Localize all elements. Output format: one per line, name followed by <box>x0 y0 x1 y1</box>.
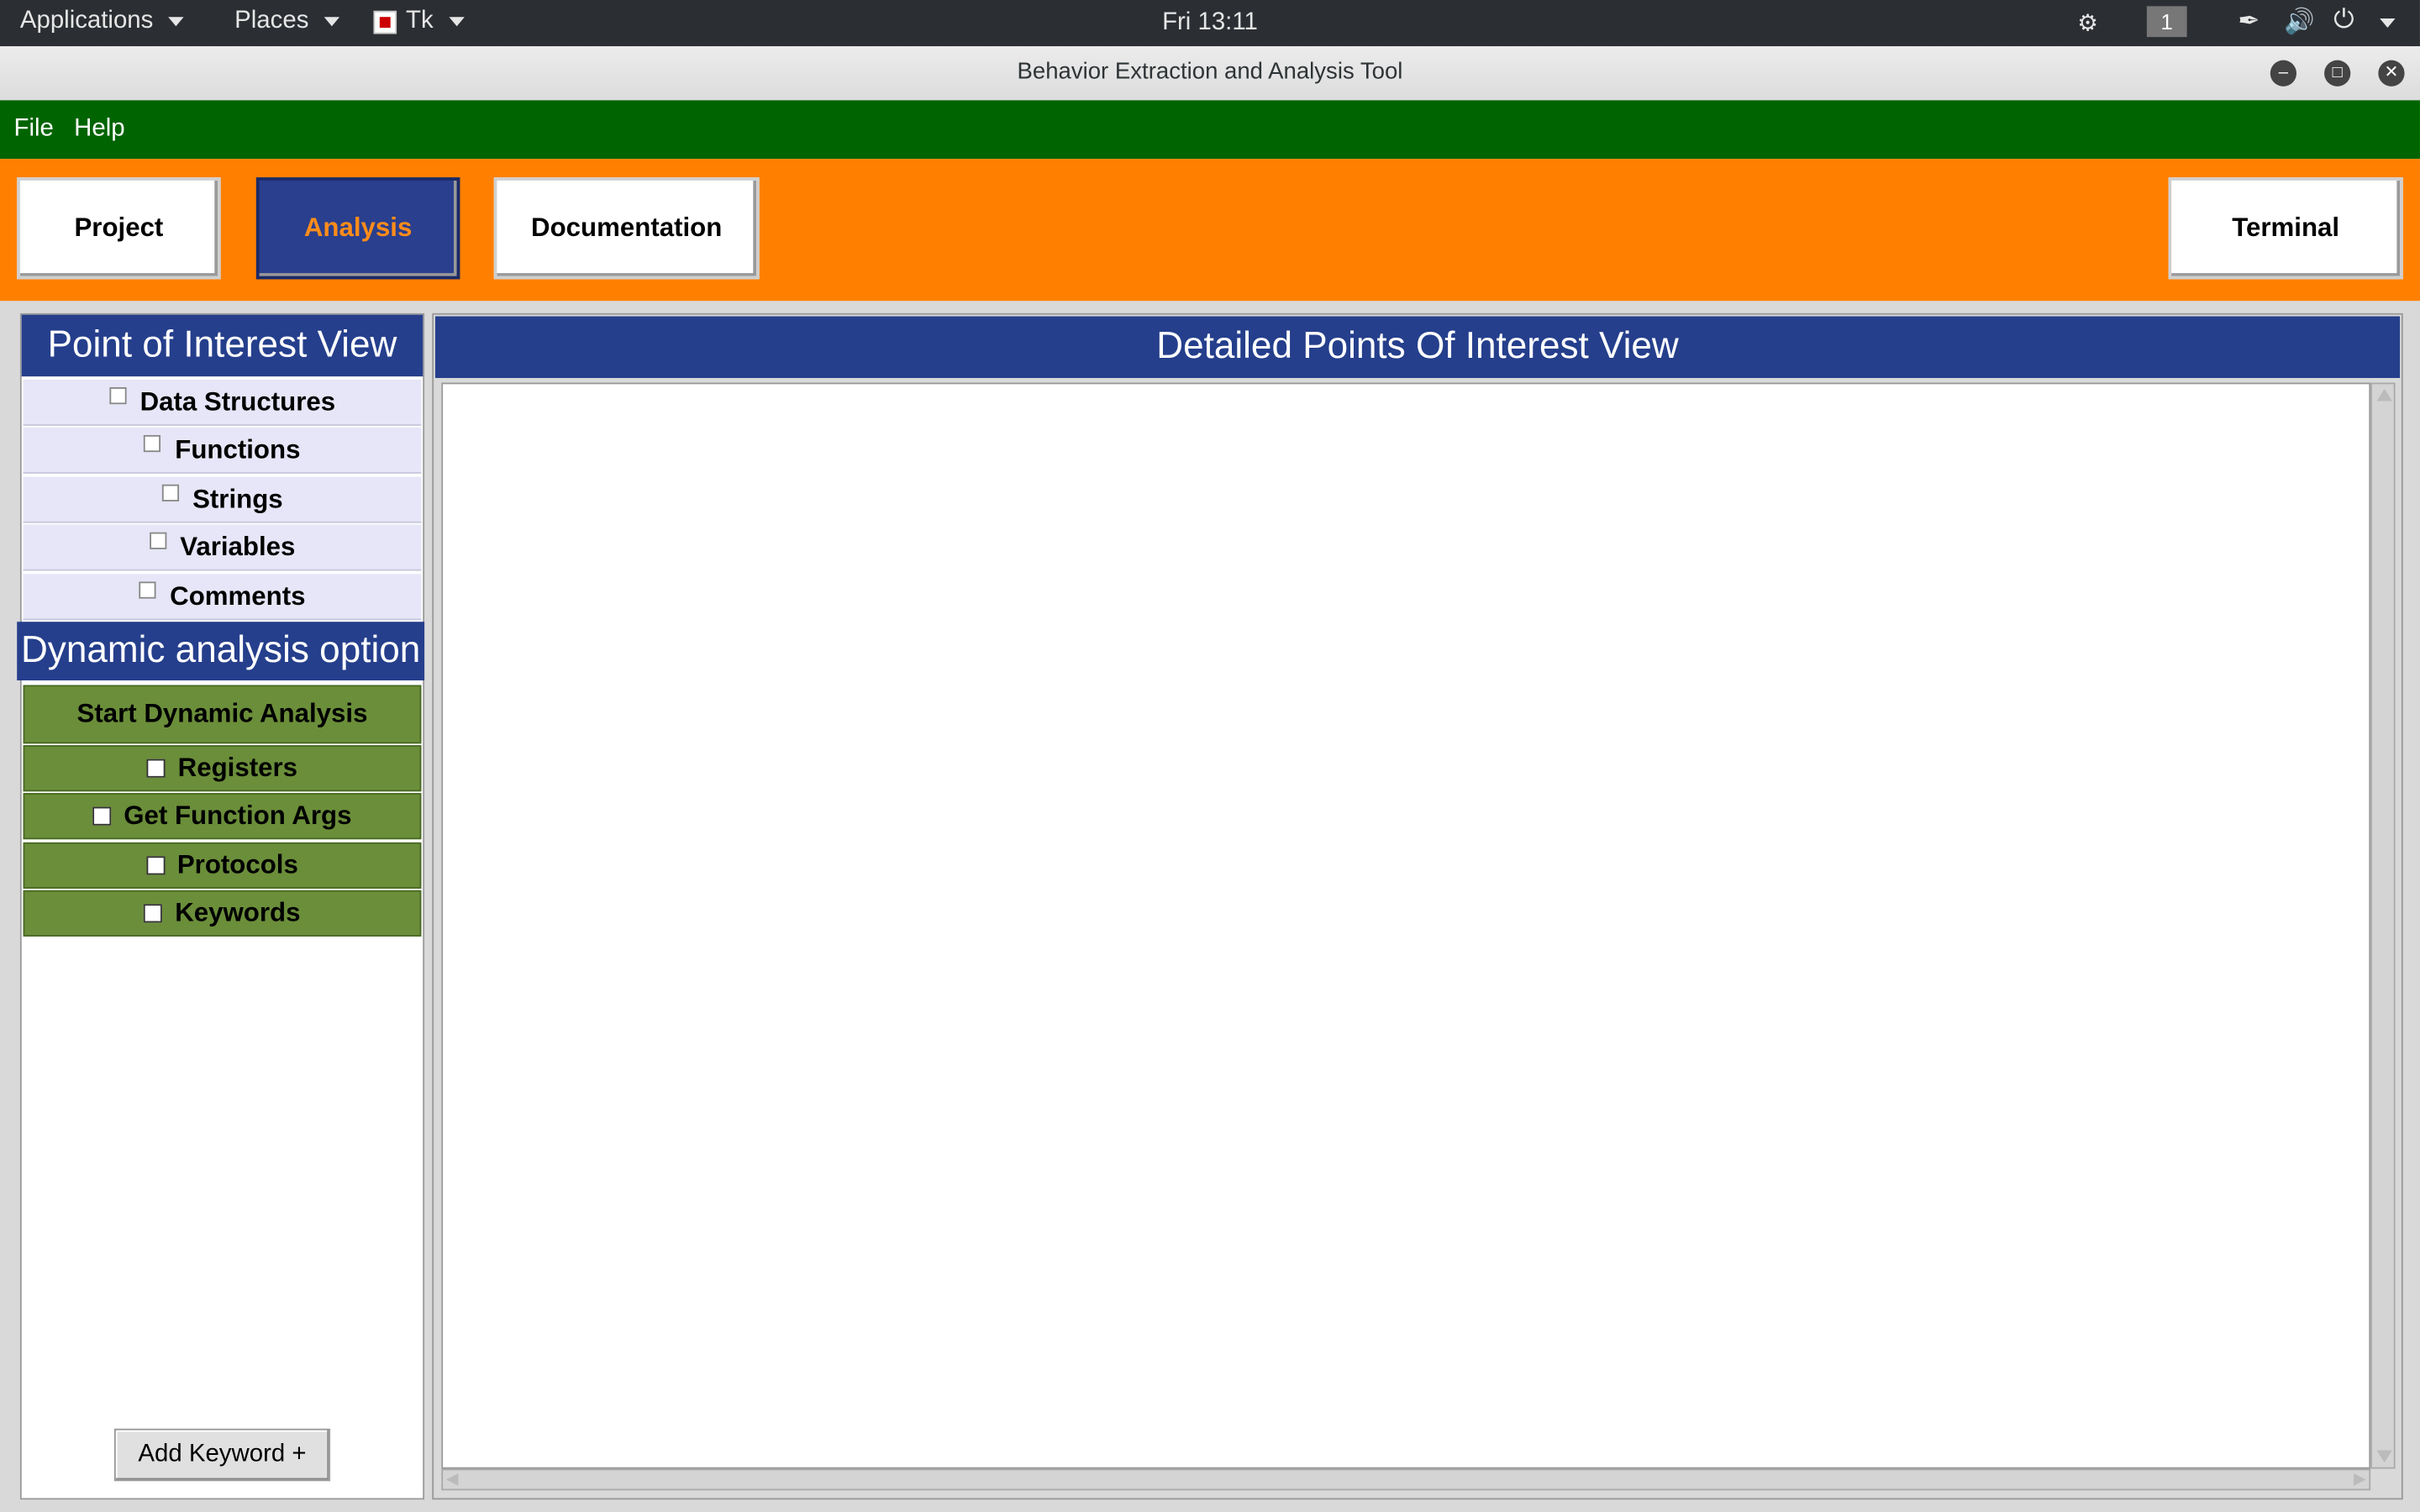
poi-item-label: Data Structures <box>139 386 336 416</box>
poi-item-strings[interactable]: Strings <box>23 476 422 523</box>
power-icon[interactable]: ⏻ <box>2333 5 2354 36</box>
horizontal-scrollbar[interactable] <box>441 1468 2371 1491</box>
detailed-poi-header: Detailed Points Of Interest View <box>434 316 2401 378</box>
detail-text-area[interactable] <box>441 382 2371 1469</box>
clock[interactable]: Fri 13:11 <box>0 9 2420 37</box>
maximize-icon[interactable]: □ <box>2324 60 2351 87</box>
scroll-up-icon[interactable] <box>2376 388 2392 402</box>
checkbox[interactable] <box>146 759 166 778</box>
point-of-interest-panel: Point of Interest View Data Structures F… <box>17 312 425 1500</box>
dynamic-item-get-function-args[interactable]: Get Function Args <box>23 793 422 840</box>
menu-help[interactable]: Help <box>74 116 124 144</box>
dynamic-item-label: Registers <box>177 753 297 783</box>
project-button[interactable]: Project <box>17 177 221 280</box>
poi-item-label: Strings <box>192 483 283 513</box>
volume-icon[interactable]: 🔊 <box>2284 6 2315 37</box>
menubar: File Help <box>0 100 2420 160</box>
start-dynamic-analysis-button[interactable]: Start Dynamic Analysis <box>23 685 422 744</box>
checkbox[interactable] <box>108 387 127 405</box>
network-icon[interactable]: ✒ <box>2238 6 2260 37</box>
workspace-indicator[interactable]: 1 <box>2146 6 2187 38</box>
close-icon[interactable]: ✕ <box>2378 60 2405 87</box>
camera-icon[interactable]: ⚙ <box>2077 9 2098 37</box>
terminal-button[interactable]: Terminal <box>2168 177 2403 280</box>
checkbox[interactable] <box>149 532 166 549</box>
minimize-icon[interactable]: – <box>2270 60 2297 87</box>
poi-item-label: Functions <box>175 434 301 464</box>
poi-item-variables[interactable]: Variables <box>23 524 422 571</box>
scroll-left-icon[interactable] <box>445 1473 459 1486</box>
chevron-down-icon[interactable] <box>2380 18 2396 29</box>
poi-item-comments[interactable]: Comments <box>23 574 422 621</box>
system-top-bar: Applications Places Tk Fri 13:11 ⚙ 1 ✒ 🔊… <box>0 0 2420 47</box>
dynamic-analysis-header: Dynamic analysis option <box>17 622 425 680</box>
poi-item-functions[interactable]: Functions <box>23 427 422 474</box>
documentation-button[interactable]: Documentation <box>493 177 760 280</box>
detailed-poi-panel: Detailed Points Of Interest View <box>432 312 2403 1500</box>
poi-item-data-structures[interactable]: Data Structures <box>23 379 422 426</box>
poi-header: Point of Interest View <box>21 314 424 377</box>
window-title: Behavior Extraction and Analysis Tool <box>1017 58 1403 86</box>
add-keyword-button[interactable]: Add Keyword + <box>113 1428 331 1482</box>
dynamic-item-protocols[interactable]: Protocols <box>23 842 422 889</box>
vertical-scrollbar[interactable] <box>2370 382 2396 1469</box>
dynamic-item-label: Get Function Args <box>124 801 352 831</box>
checkbox[interactable] <box>144 434 161 453</box>
dynamic-item-registers[interactable]: Registers <box>23 745 422 792</box>
dynamic-item-label: Keywords <box>175 897 301 927</box>
poi-item-label: Comments <box>170 580 306 611</box>
checkbox[interactable] <box>92 806 112 826</box>
menu-file[interactable]: File <box>14 116 54 144</box>
checkbox[interactable] <box>146 856 166 875</box>
scroll-down-icon[interactable] <box>2376 1450 2392 1463</box>
dynamic-item-keywords[interactable]: Keywords <box>23 890 422 937</box>
checkbox[interactable] <box>144 904 163 923</box>
analysis-button[interactable]: Analysis <box>255 177 460 280</box>
scroll-right-icon[interactable] <box>2353 1473 2366 1486</box>
dynamic-item-label: Protocols <box>176 850 298 879</box>
checkbox[interactable] <box>161 484 179 501</box>
window-title-bar: Behavior Extraction and Analysis Tool – … <box>0 46 2420 102</box>
main-toolbar: Project Analysis Documentation Terminal <box>0 159 2420 302</box>
checkbox[interactable] <box>139 581 156 599</box>
poi-item-label: Variables <box>180 531 296 561</box>
